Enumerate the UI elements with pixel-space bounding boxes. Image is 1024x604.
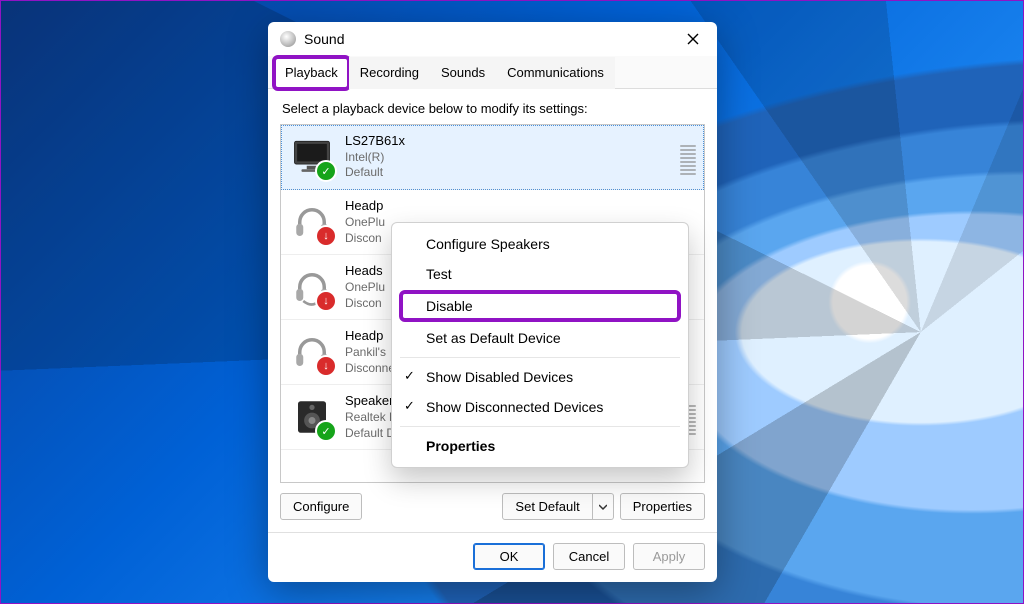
menu-disable[interactable]: Disable bbox=[400, 291, 680, 321]
level-meter bbox=[680, 133, 696, 175]
device-sub2: Discon bbox=[345, 296, 385, 312]
tab-strip: Playback Recording Sounds Communications bbox=[268, 56, 717, 89]
menu-configure-speakers[interactable]: Configure Speakers bbox=[392, 229, 688, 259]
properties-button[interactable]: Properties bbox=[620, 493, 705, 520]
set-default-caret[interactable] bbox=[593, 493, 614, 520]
close-button[interactable] bbox=[675, 25, 711, 53]
app-icon bbox=[280, 31, 296, 47]
tab-recording[interactable]: Recording bbox=[349, 57, 430, 89]
instruction-text: Select a playback device below to modify… bbox=[282, 101, 703, 116]
ok-button[interactable]: OK bbox=[473, 543, 545, 570]
menu-separator bbox=[400, 426, 680, 427]
titlebar: Sound bbox=[268, 22, 717, 56]
set-default-split-button[interactable]: Set Default bbox=[502, 493, 613, 520]
device-row-ls27b61x[interactable]: ✓ LS27B61x Intel(R) Default bbox=[281, 125, 704, 190]
status-badge-default: ✓ bbox=[315, 420, 337, 442]
menu-test[interactable]: Test bbox=[392, 259, 688, 289]
device-sub1: Intel(R) bbox=[345, 150, 405, 166]
apply-button[interactable]: Apply bbox=[633, 543, 705, 570]
tab-playback[interactable]: Playback bbox=[274, 57, 349, 89]
tab-sounds[interactable]: Sounds bbox=[430, 57, 496, 89]
headset-icon: ↓ bbox=[291, 266, 333, 308]
device-sub2: Discon bbox=[345, 231, 385, 247]
menu-set-default[interactable]: Set as Default Device bbox=[392, 323, 688, 353]
sound-dialog: Sound Playback Recording Sounds Communic… bbox=[268, 22, 717, 582]
status-badge-default: ✓ bbox=[315, 160, 337, 182]
tab-panel-playback: Select a playback device below to modify… bbox=[268, 89, 717, 532]
chevron-down-icon bbox=[599, 503, 607, 511]
menu-show-disconnected[interactable]: Show Disconnected Devices bbox=[392, 392, 688, 422]
device-sub2: Default bbox=[345, 165, 405, 181]
speaker-icon: ✓ bbox=[291, 396, 333, 438]
monitor-icon: ✓ bbox=[291, 136, 333, 178]
headphones-icon: ↓ bbox=[291, 201, 333, 243]
device-context-menu: Configure Speakers Test Disable Set as D… bbox=[391, 222, 689, 468]
device-sub1: OnePlu bbox=[345, 280, 385, 296]
device-sub1: OnePlu bbox=[345, 215, 385, 231]
device-name: LS27B61x bbox=[345, 133, 405, 150]
close-icon bbox=[687, 33, 699, 45]
headphones-icon: ↓ bbox=[291, 331, 333, 373]
status-badge-disconnected: ↓ bbox=[315, 290, 337, 312]
device-name: Headp bbox=[345, 198, 385, 215]
configure-button[interactable]: Configure bbox=[280, 493, 362, 520]
set-default-button[interactable]: Set Default bbox=[502, 493, 592, 520]
menu-properties[interactable]: Properties bbox=[392, 431, 688, 461]
window-title: Sound bbox=[304, 31, 675, 47]
tab-communications[interactable]: Communications bbox=[496, 57, 615, 89]
status-badge-disconnected: ↓ bbox=[315, 355, 337, 377]
menu-show-disabled[interactable]: Show Disabled Devices bbox=[392, 362, 688, 392]
device-button-row: Configure Set Default Properties bbox=[280, 483, 705, 524]
status-badge-disconnected: ↓ bbox=[315, 225, 337, 247]
device-name: Heads bbox=[345, 263, 385, 280]
cancel-button[interactable]: Cancel bbox=[553, 543, 625, 570]
menu-separator bbox=[400, 357, 680, 358]
dialog-button-row: OK Cancel Apply bbox=[268, 532, 717, 582]
